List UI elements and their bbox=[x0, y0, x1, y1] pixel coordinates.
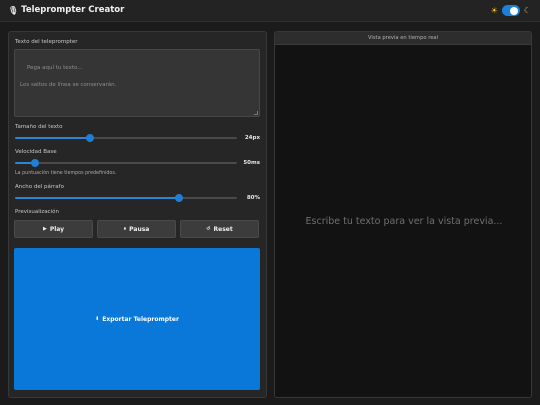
font-size-label: Tamaño del texto bbox=[15, 124, 63, 130]
microphone-icon: 🎙 bbox=[8, 5, 19, 15]
width-slider[interactable] bbox=[15, 194, 237, 202]
preview-label: Previsualización bbox=[15, 209, 59, 215]
pause-button[interactable]: ⏸ Pausa bbox=[97, 220, 176, 238]
speed-slider[interactable] bbox=[15, 159, 237, 167]
speed-value: 50ms bbox=[243, 160, 260, 166]
speed-note: La puntuación tiene tiempos predefinidos… bbox=[15, 171, 117, 176]
export-label: Exportar Teleprompter bbox=[102, 315, 179, 323]
slider-thumb[interactable] bbox=[86, 134, 95, 142]
reset-icon: ↺ bbox=[206, 226, 211, 232]
teleprompter-textarea[interactable]: Pega aquí tu texto... Los saltos de líne… bbox=[14, 49, 260, 117]
pause-label: Pausa bbox=[129, 225, 150, 233]
resize-handle[interactable] bbox=[254, 111, 258, 115]
play-icon: ▶ bbox=[42, 226, 47, 232]
theme-toggle[interactable] bbox=[501, 5, 520, 16]
play-button[interactable]: ▶ Play bbox=[14, 220, 93, 238]
toggle-knob bbox=[510, 6, 519, 15]
sun-icon: ☀ bbox=[490, 6, 498, 15]
preview-placeholder: Escribe tu texto para ver la vista previ… bbox=[305, 216, 503, 227]
play-label: Play bbox=[49, 225, 65, 233]
slider-fill bbox=[15, 137, 91, 139]
app-title-text: Teleprompter Creator bbox=[21, 5, 125, 15]
text-label: Texto del teleprompter bbox=[15, 39, 78, 45]
theme-switcher: ☀ ☾ bbox=[491, 5, 531, 16]
moon-icon: ☾ bbox=[523, 6, 531, 15]
preview-header: Vista previa en tiempo real bbox=[275, 32, 531, 45]
reset-button[interactable]: ↺ Reset bbox=[180, 220, 259, 238]
slider-thumb[interactable] bbox=[175, 194, 184, 202]
width-value: 80% bbox=[246, 195, 260, 201]
speed-label: Velocidad Base bbox=[15, 149, 57, 155]
preview-panel: Vista previa en tiempo real Escribe tu t… bbox=[274, 31, 532, 398]
slider-thumb[interactable] bbox=[30, 159, 39, 167]
slider-fill bbox=[15, 197, 180, 199]
export-button[interactable]: ⬇ Exportar Teleprompter bbox=[14, 248, 260, 390]
editor-panel: Texto del teleprompter Pega aquí tu text… bbox=[8, 31, 267, 398]
download-icon: ⬇ bbox=[95, 316, 100, 322]
reset-label: Reset bbox=[213, 225, 233, 233]
app-title: 🎙 Teleprompter Creator bbox=[8, 5, 124, 15]
app-header: 🎙 Teleprompter Creator ☀ ☾ bbox=[0, 0, 540, 22]
width-label: Ancho del párrafo bbox=[15, 184, 64, 190]
pause-icon: ⏸ bbox=[123, 226, 127, 232]
textarea-placeholder: Pega aquí tu texto... Los saltos de líne… bbox=[20, 64, 117, 89]
font-size-value: 24px bbox=[244, 135, 260, 141]
font-size-slider[interactable] bbox=[15, 134, 237, 142]
